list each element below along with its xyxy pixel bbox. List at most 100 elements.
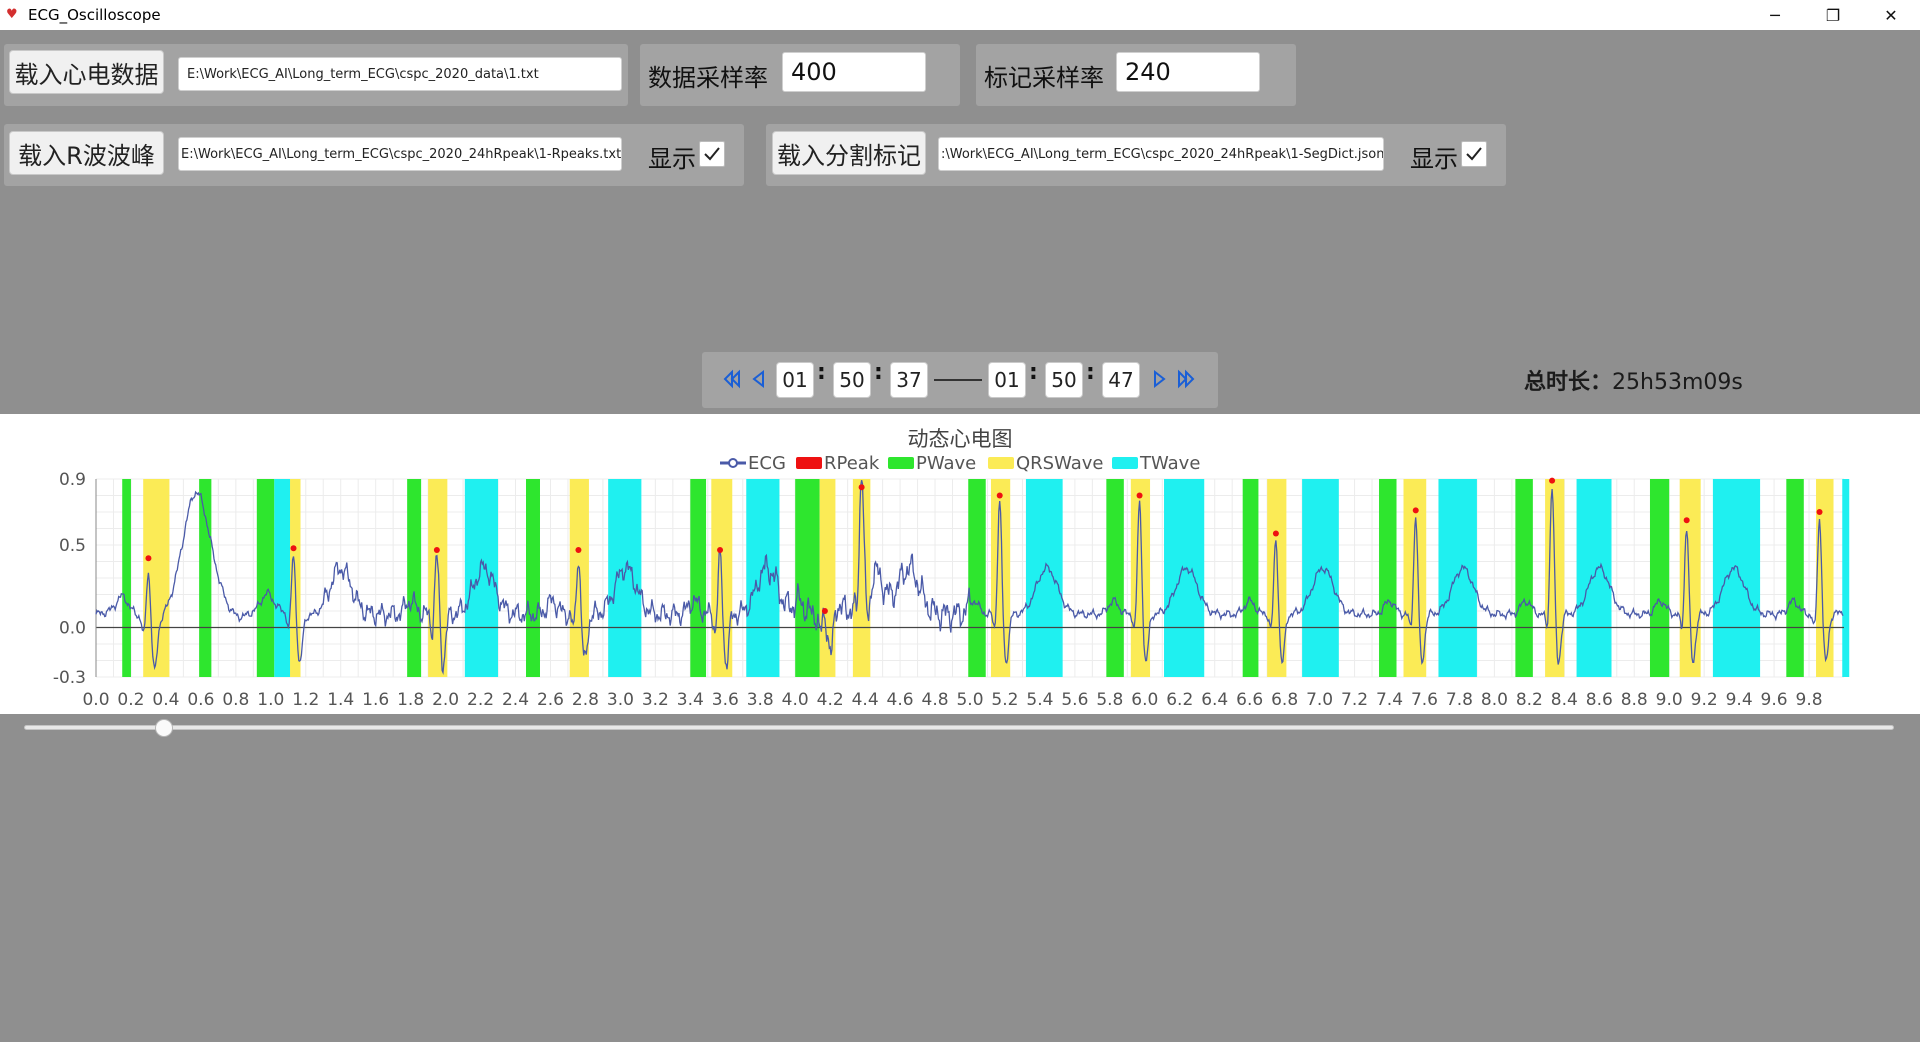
rpeak-point <box>1412 507 1419 514</box>
end-hour-field[interactable]: 01 <box>988 362 1026 398</box>
slider-thumb[interactable] <box>155 719 174 737</box>
time-nav-panel: 01 : 50 : 37 01 : 50 : 47 <box>702 352 1218 408</box>
checkmark-icon <box>704 147 720 161</box>
x-tick-label: 7.8 <box>1446 690 1473 710</box>
x-tick-label: 1.4 <box>327 690 354 710</box>
total-duration-label: 总时长： <box>1524 370 1613 395</box>
time-separator: : <box>1086 360 1095 385</box>
mark-rate-input[interactable]: 240 <box>1116 52 1260 92</box>
x-tick-label: 0.4 <box>152 690 179 710</box>
x-tick-label: 1.8 <box>397 690 424 710</box>
skip-forward-icon[interactable] <box>1174 368 1196 390</box>
minimize-icon[interactable]: ─ <box>1746 0 1804 30</box>
show-rpeak-label: 显示 <box>648 145 696 173</box>
x-tick-label: 5.6 <box>1061 690 1088 710</box>
x-tick-label: 3.0 <box>607 690 634 710</box>
x-tick-label: 3.4 <box>677 690 704 710</box>
end-second-field[interactable]: 47 <box>1102 362 1140 398</box>
legend-ecg-label: ECG <box>748 453 786 474</box>
x-tick-label: 3.6 <box>712 690 739 710</box>
title-bar: ♥ ECG_Oscilloscope ─ ❐ ✕ <box>0 0 1920 30</box>
x-tick-label: 8.2 <box>1516 690 1543 710</box>
pwave-segment <box>1379 479 1397 677</box>
pwave-segment <box>690 479 707 677</box>
rpeak-point <box>858 484 865 491</box>
mark-rate-label: 标记采样率 <box>984 64 1104 92</box>
restore-icon[interactable]: ❐ <box>1804 0 1862 30</box>
start-minute-field[interactable]: 50 <box>833 362 871 398</box>
rpeak-point <box>996 492 1003 499</box>
x-tick-label: 2.8 <box>572 690 599 710</box>
show-seg-label: 显示 <box>1410 145 1458 173</box>
legend-pwave-swatch <box>888 457 914 469</box>
slider-track[interactable] <box>24 725 1894 730</box>
load-ecg-button[interactable]: 载入心电数据 <box>9 50 164 94</box>
skip-back-icon[interactable] <box>722 368 744 390</box>
rpeak-path-field[interactable]: E:\Work\ECG_AI\Long_term_ECG\cspc_2020_2… <box>178 137 622 171</box>
data-rate-input[interactable]: 400 <box>782 52 926 92</box>
x-tick-label: 6.8 <box>1271 690 1298 710</box>
pwave-segment <box>256 479 275 677</box>
x-tick-label: 6.6 <box>1236 690 1263 710</box>
x-tick-label: 9.6 <box>1761 690 1788 710</box>
load-rpeak-button[interactable]: 载入R波波峰 <box>9 131 164 175</box>
qrswave-segment <box>819 479 836 677</box>
start-hour-field[interactable]: 01 <box>776 362 814 398</box>
window-controls: ─ ❐ ✕ <box>1746 0 1920 30</box>
time-separator: : <box>1029 360 1038 385</box>
qrswave-segment <box>428 479 448 677</box>
step-forward-icon[interactable] <box>1148 368 1170 390</box>
pwave-segment <box>795 479 820 677</box>
rpeak-point <box>575 546 582 553</box>
data-rate-label: 数据采样率 <box>648 64 768 92</box>
load-seg-button[interactable]: 载入分割标记 <box>772 131 926 175</box>
legend-twave-swatch <box>1112 457 1138 469</box>
twave-segment <box>1164 479 1205 677</box>
qrswave-segment <box>569 479 589 677</box>
ecg-path-field[interactable]: E:\Work\ECG_AI\Long_term_ECG\cspc_2020_d… <box>178 57 622 91</box>
checkmark-icon <box>1466 147 1482 161</box>
x-tick-label: 6.0 <box>1131 690 1158 710</box>
qrswave-segment <box>1679 479 1701 677</box>
pwave-segment <box>1242 479 1259 677</box>
show-rpeak-checkbox[interactable] <box>699 141 725 167</box>
close-icon[interactable]: ✕ <box>1862 0 1920 30</box>
x-tick-label: 0.2 <box>117 690 144 710</box>
legend-qrswave-swatch <box>988 457 1014 469</box>
x-tick-label: 2.6 <box>537 690 564 710</box>
legend-pwave-label: PWave <box>916 453 976 474</box>
twave-segment <box>1302 479 1339 677</box>
pwave-segment <box>1106 479 1124 677</box>
ecg-chart: 0.90.50.0-0.30.0 0.2 0.4 0.6 0.8 1.0 1.2 1.4 1.6… <box>53 427 1850 710</box>
x-tick-label: 5.0 <box>956 690 983 710</box>
time-slider[interactable] <box>24 719 1894 737</box>
show-seg-checkbox[interactable] <box>1461 141 1487 167</box>
end-minute-field[interactable]: 50 <box>1045 362 1083 398</box>
x-tick-label: 5.8 <box>1096 690 1123 710</box>
legend-rpeak-label: RPeak <box>824 453 880 474</box>
x-tick-label: 1.0 <box>257 690 284 710</box>
pwave-segment <box>1649 479 1670 677</box>
start-second-field[interactable]: 37 <box>890 362 928 398</box>
time-separator: : <box>817 360 826 385</box>
rpeak-point <box>1136 492 1143 499</box>
x-tick-label: 0.6 <box>187 690 214 710</box>
seg-path-field[interactable]: :\Work\ECG_AI\Long_term_ECG\cspc_2020_24… <box>938 137 1384 171</box>
pwave-segment <box>1786 479 1804 677</box>
rpeak-point <box>290 545 297 552</box>
x-tick-label: 7.4 <box>1376 690 1403 710</box>
legend-ecg-marker <box>728 458 738 468</box>
x-tick-label: 5.4 <box>1026 690 1053 710</box>
x-tick-label: 0.8 <box>222 690 249 710</box>
rpeak-point <box>821 608 828 614</box>
step-back-icon[interactable] <box>748 368 770 390</box>
x-tick-label: 0.0 <box>82 690 109 710</box>
twave-segment <box>1438 479 1477 677</box>
rpeak-point <box>1549 477 1556 484</box>
pwave-segment <box>1515 479 1533 677</box>
x-tick-label: 7.2 <box>1341 690 1368 710</box>
twave-segment <box>1025 479 1063 677</box>
x-tick-label: 2.2 <box>467 690 494 710</box>
ecg-chart-area: 0.9 0.5 0.0 -0.3 0.0 0.2 0.4 0.6 0.8 1.0 1.2 1.4 1.6… <box>0 414 1920 714</box>
legend-twave-label: TWave <box>1139 453 1200 474</box>
